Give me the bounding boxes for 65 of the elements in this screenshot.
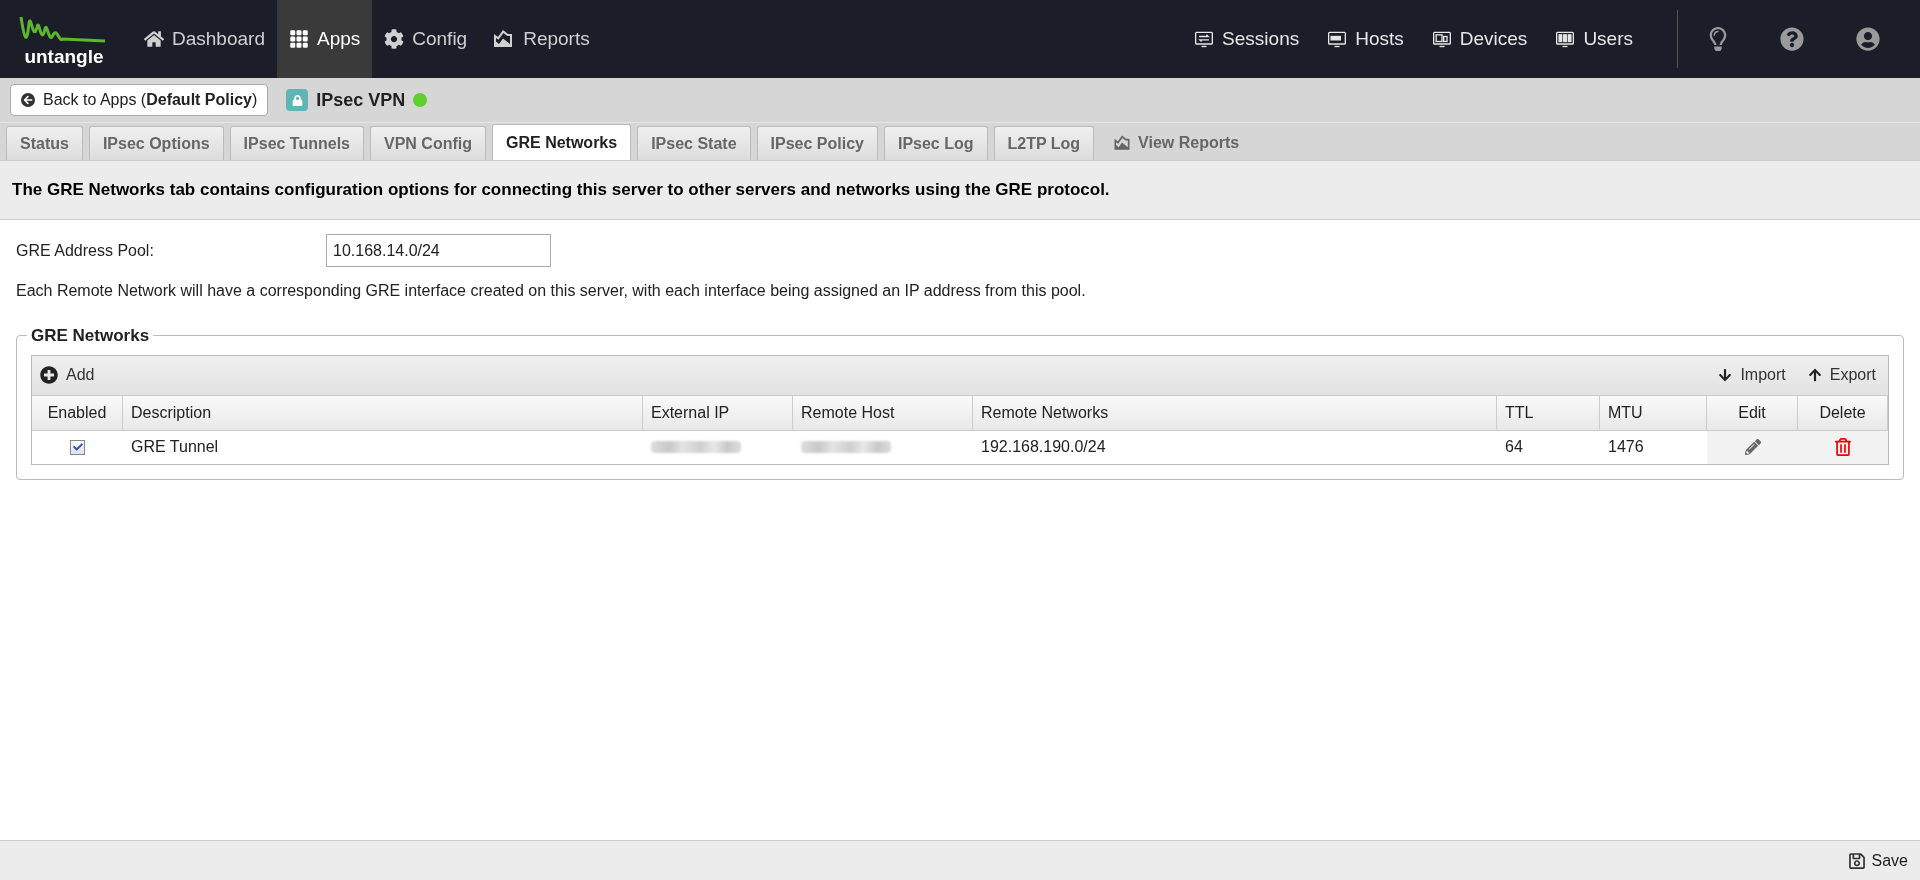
nav-item[interactable]: Devices (1417, 0, 1542, 78)
logo[interactable]: untangle (0, 0, 120, 78)
column-header[interactable]: External IP (643, 395, 793, 430)
gear-icon (384, 29, 405, 49)
check-icon (72, 442, 83, 452)
nav-item[interactable]: Sessions (1180, 0, 1314, 78)
help-text: Each Remote Network will have a corresponding GRE interface created on this server, with each interface being assigned an IP address from this pool. (16, 281, 1087, 301)
column-header[interactable]: TTL (1497, 395, 1600, 430)
column-header[interactable]: Enabled (32, 395, 123, 430)
tab[interactable]: IPsec Tunnels (229, 126, 364, 160)
column-header[interactable]: Delete (1798, 395, 1888, 430)
tab[interactable]: GRE Networks (492, 124, 632, 160)
grid-icon (288, 29, 309, 49)
column-header[interactable]: Description (123, 395, 643, 430)
nav-item[interactable]: Dashboard (132, 0, 277, 78)
enabled-checkbox[interactable] (70, 439, 85, 455)
column-header[interactable]: Remote Networks (973, 395, 1497, 430)
tab[interactable]: L2TP Log (993, 126, 1095, 160)
home-icon (144, 29, 164, 49)
lock-icon (291, 94, 303, 106)
tab[interactable]: IPsec Policy (756, 126, 878, 160)
nav-item[interactable]: Apps (276, 0, 373, 78)
nav-item[interactable]: Users (1541, 0, 1647, 78)
account-icon[interactable] (1856, 27, 1880, 51)
arrow-up-icon (1807, 368, 1822, 382)
tab[interactable]: VPN Config (370, 126, 486, 160)
arrow-down-icon (1718, 368, 1733, 382)
import-button[interactable]: Import (1718, 363, 1786, 387)
column-header[interactable]: Edit (1707, 395, 1798, 430)
tab[interactable]: IPsec Log (883, 126, 988, 160)
monitor-arrows-icon (1194, 29, 1215, 49)
view-reports-tab[interactable]: View Reports (1100, 126, 1252, 160)
field-label: GRE Address Pool: (16, 240, 155, 261)
save-icon (1847, 851, 1866, 870)
tab[interactable]: IPsec Options (88, 126, 224, 160)
devices-icon (1431, 29, 1452, 49)
add-button[interactable]: Add (40, 363, 95, 387)
back-arrow-icon (21, 93, 35, 107)
area-chart-icon (1112, 133, 1133, 153)
table-cell-text: 64 (1505, 437, 1523, 457)
lightbulb-icon[interactable] (1708, 27, 1728, 51)
column-header[interactable]: Remote Host (793, 395, 973, 430)
nav-item[interactable]: Config (372, 0, 480, 78)
export-button[interactable]: Export (1807, 363, 1876, 387)
nav-item[interactable]: Reports (479, 0, 602, 78)
tab[interactable]: Status (6, 126, 83, 160)
tab[interactable]: IPsec State (637, 126, 751, 160)
table-cell-text: GRE Tunnel (131, 437, 219, 457)
logo-text: untangle (24, 46, 104, 66)
column-header[interactable]: MTU (1600, 395, 1707, 430)
panel-title: GRE Networks (30, 325, 151, 347)
monitor-icon (1327, 29, 1348, 49)
app-name: IPsec VPN (316, 88, 406, 112)
table-cell-text: 1476 (1608, 437, 1644, 457)
back-button[interactable]: Back to Apps (Default Policy) (10, 84, 269, 116)
add-icon (40, 366, 58, 384)
users-icon (1555, 29, 1576, 49)
nav-item[interactable]: Hosts (1313, 0, 1418, 78)
delete-icon[interactable] (1835, 438, 1851, 456)
tab-description: The GRE Networks tab contains configuration options for connecting this server to other servers and networks using the GRE protocol. (0, 160, 1920, 220)
help-icon[interactable] (1780, 27, 1804, 51)
address-pool-input[interactable]: 10.168.14.0/24 (326, 234, 551, 267)
table-cell-text: 192.168.190.0/24 (981, 437, 1106, 457)
edit-icon[interactable] (1744, 439, 1761, 455)
save-button[interactable]: Save (1847, 848, 1908, 873)
